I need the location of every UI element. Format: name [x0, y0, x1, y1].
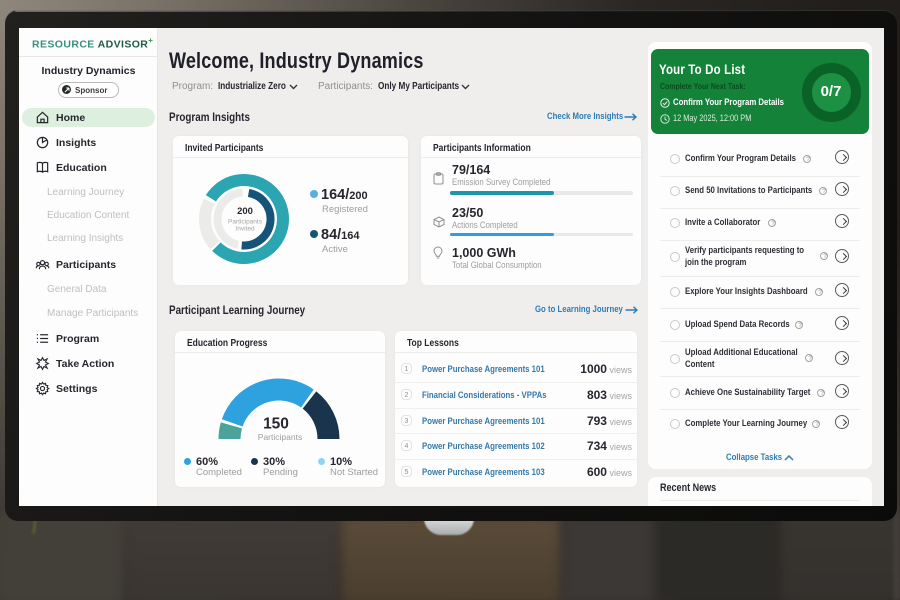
- svg-text:Invited: Invited: [235, 225, 255, 232]
- svg-text:200: 200: [237, 206, 253, 217]
- svg-text:150: 150: [263, 416, 289, 433]
- svg-text:Participants: Participants: [228, 218, 263, 225]
